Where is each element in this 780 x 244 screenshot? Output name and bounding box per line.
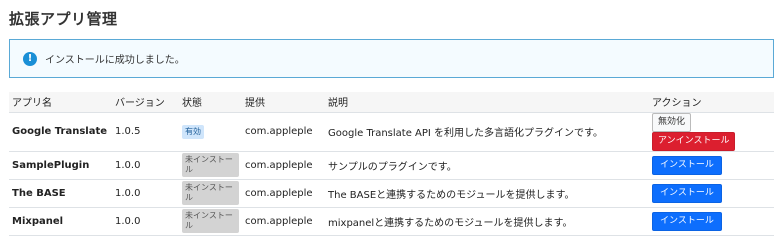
- app-name: SamplePlugin: [9, 151, 112, 180]
- disable-button[interactable]: 無効化: [652, 112, 692, 132]
- app-name: The BASE: [9, 179, 112, 208]
- header-description: 説明: [325, 92, 649, 113]
- app-description: mixpanelと連携するためのモジュールを提供します。: [325, 207, 649, 236]
- header-provider: 提供: [242, 92, 325, 113]
- app-name: Mixpanel: [9, 207, 112, 236]
- install-button[interactable]: インストール: [652, 183, 722, 203]
- table-row: SamplePlugin 1.0.0 未インストール com.appleple …: [9, 151, 774, 180]
- app-version: 1.0.0: [112, 151, 179, 180]
- extension-table: アプリ名 バージョン 状態 提供 説明 アクション Google Transla…: [9, 92, 774, 236]
- install-button[interactable]: インストール: [652, 211, 722, 231]
- app-version: 1.0.0: [112, 207, 179, 236]
- app-name: Google Translate: [9, 112, 112, 152]
- app-description: The BASEと連携するためのモジュールを提供します。: [325, 179, 649, 208]
- success-alert: ! インストールに成功しました。: [9, 39, 774, 78]
- alert-message: インストールに成功しました。: [45, 55, 185, 66]
- header-name: アプリ名: [9, 92, 112, 113]
- status-badge: 未インストール: [182, 153, 239, 177]
- table-row: Google Translate 1.0.5 有効 com.appleple G…: [9, 112, 774, 152]
- install-button[interactable]: インストール: [652, 155, 722, 175]
- uninstall-button[interactable]: アンインストール: [652, 131, 736, 151]
- header-action: アクション: [649, 92, 774, 113]
- table-header-row: アプリ名 バージョン 状態 提供 説明 アクション: [9, 92, 774, 113]
- status-badge: 未インストール: [182, 181, 239, 205]
- app-description: サンプルのプラグインです。: [325, 151, 649, 180]
- app-version: 1.0.0: [112, 179, 179, 208]
- app-provider: com.appleple: [242, 112, 325, 152]
- app-description: Google Translate API を利用した多言語化プラグインです。: [325, 112, 649, 152]
- app-provider: com.appleple: [242, 207, 325, 236]
- info-icon: !: [23, 51, 37, 66]
- status-badge: 有効: [182, 124, 204, 139]
- page-title: 拡張アプリ管理: [9, 10, 118, 28]
- app-provider: com.appleple: [242, 179, 325, 208]
- table-row: The BASE 1.0.0 未インストール com.appleple The …: [9, 179, 774, 208]
- table-row: Mixpanel 1.0.0 未インストール com.appleple mixp…: [9, 207, 774, 236]
- app-version: 1.0.5: [112, 112, 179, 152]
- status-badge: 未インストール: [182, 209, 239, 233]
- app-provider: com.appleple: [242, 151, 325, 180]
- header-status: 状態: [179, 92, 242, 113]
- header-version: バージョン: [112, 92, 179, 113]
